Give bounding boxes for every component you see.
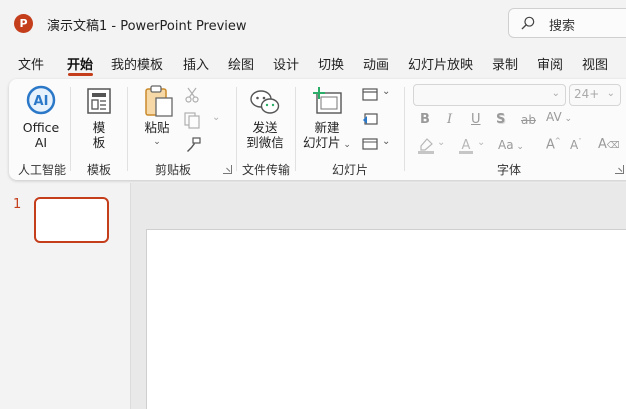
new-slide-button[interactable]: 新建 幻灯片 ⌄ <box>302 120 352 153</box>
font-size-value: 24+ <box>574 87 600 101</box>
svg-text:A: A <box>462 138 471 153</box>
ribbon-panel: AI Office AI 人工智能 模 板 模板 粘贴 ⌄ ⌄ 剪贴板 发送 到… <box>9 79 626 180</box>
bold-button[interactable]: B <box>420 112 430 127</box>
eraser-icon: ⌫ <box>606 141 620 151</box>
window-title: 演示文稿1 - PowerPoint Preview <box>47 19 247 34</box>
current-slide[interactable] <box>146 229 626 409</box>
ribbon-tabs: 文件 开始 我的模板 插入 绘图 设计 切换 动画 幻灯片放映 录制 审阅 视图 <box>0 50 626 76</box>
tab-transitions[interactable]: 切换 <box>318 54 344 73</box>
group-separator <box>236 87 237 171</box>
title-bar: P 演示文稿1 - PowerPoint Preview 搜索 <box>0 0 626 46</box>
tab-insert[interactable]: 插入 <box>183 54 209 73</box>
format-painter-icon[interactable] <box>185 137 201 153</box>
template-label-2: 板 <box>92 135 106 150</box>
group-label-template: 模板 <box>86 163 111 177</box>
character-spacing-label: AV <box>546 110 562 124</box>
shrink-font-caret-icon: ˇ <box>578 138 582 146</box>
tab-animations[interactable]: 动画 <box>363 54 389 73</box>
search-placeholder: 搜索 <box>549 19 576 34</box>
copy-dropdown-chevron-icon[interactable]: ⌄ <box>212 112 220 123</box>
office-ai-label-1: Office <box>22 120 60 135</box>
cut-icon[interactable] <box>185 87 199 103</box>
new-slide-chevron-icon: ⌄ <box>340 140 351 150</box>
font-color-chevron-icon[interactable]: ⌄ <box>477 137 485 148</box>
change-case-chevron-icon: ⌄ <box>513 142 524 152</box>
tab-home[interactable]: 开始 <box>67 54 93 73</box>
tab-record[interactable]: 录制 <box>492 54 518 73</box>
group-label-ai: 人工智能 <box>17 163 66 177</box>
slide-number: 1 <box>13 197 22 212</box>
font-name-chevron-icon: ⌄ <box>551 88 560 99</box>
new-slide-icon <box>313 87 342 114</box>
tab-slideshow[interactable]: 幻灯片放映 <box>408 54 473 73</box>
active-tab-indicator <box>68 73 93 76</box>
paste-label: 粘贴 <box>144 120 170 135</box>
group-separator <box>295 87 296 171</box>
template-button[interactable]: 模 板 <box>87 120 111 150</box>
layout-chevron-icon[interactable]: ⌄ <box>382 86 390 97</box>
change-case-label: Aa <box>498 138 514 152</box>
group-separator <box>70 87 71 171</box>
tab-review[interactable]: 审阅 <box>537 54 563 73</box>
slide-thumbnail-preview <box>39 202 104 238</box>
group-separator <box>127 87 128 171</box>
search-icon <box>521 16 535 30</box>
tab-file[interactable]: 文件 <box>18 54 44 73</box>
clear-formatting-button[interactable]: A⌫ <box>598 137 620 152</box>
tab-draw[interactable]: 绘图 <box>228 54 254 73</box>
paste-dropdown-chevron-icon: ⌄ <box>153 137 161 147</box>
office-ai-label-2: AI <box>34 135 48 150</box>
font-size-chevron-icon: ⌄ <box>606 88 615 99</box>
copy-icon[interactable] <box>184 112 200 129</box>
send-to-wechat-label-1: 发送 <box>252 120 278 135</box>
underline-button[interactable]: U <box>471 112 481 127</box>
tab-my-templates[interactable]: 我的模板 <box>111 54 163 73</box>
paste-icon <box>145 85 173 117</box>
template-label-1: 模 <box>92 120 106 135</box>
italic-button[interactable]: I <box>447 112 452 127</box>
send-to-wechat-label-2: 到微信 <box>246 135 284 150</box>
section-icon[interactable] <box>362 137 378 151</box>
shrink-font-label: A <box>570 138 579 152</box>
paste-button[interactable]: 粘贴 ⌄ <box>144 120 170 150</box>
send-to-wechat-button[interactable]: 发送 到微信 <box>244 120 286 150</box>
font-color-icon[interactable]: A <box>458 137 474 155</box>
text-shadow-button[interactable]: S <box>496 112 505 127</box>
highlighter-chevron-icon[interactable]: ⌄ <box>437 137 445 148</box>
search-input[interactable]: 搜索 <box>508 8 626 38</box>
character-spacing-chevron-icon: ⌄ <box>561 114 573 124</box>
group-label-font: 字体 <box>496 163 521 177</box>
grow-font-caret-icon: ^ <box>554 137 561 145</box>
office-ai-button[interactable]: Office AI <box>22 120 60 150</box>
section-chevron-icon[interactable]: ⌄ <box>382 136 390 147</box>
group-separator <box>404 87 405 171</box>
group-label-file-transfer: 文件传输 <box>241 163 290 177</box>
strikethrough-button[interactable]: ab <box>521 113 536 127</box>
tab-design[interactable]: 设计 <box>273 54 299 73</box>
character-spacing-button[interactable]: AV ⌄ <box>546 110 572 124</box>
tab-view[interactable]: 视图 <box>582 54 608 73</box>
group-label-slides: 幻灯片 <box>331 163 368 177</box>
clipboard-launcher-icon[interactable] <box>223 165 232 174</box>
shrink-font-button[interactable]: Aˇ <box>570 138 582 152</box>
clear-formatting-label: A <box>598 137 607 152</box>
svg-text:AI: AI <box>34 94 49 109</box>
slide-thumbnail[interactable] <box>34 197 109 243</box>
font-name-combobox[interactable]: ⌄ <box>413 84 566 106</box>
reset-slide-icon[interactable] <box>362 112 378 126</box>
font-launcher-icon[interactable] <box>615 165 624 174</box>
grow-font-label: A <box>546 137 555 153</box>
font-size-combobox[interactable]: 24+ ⌄ <box>569 84 621 106</box>
group-label-clipboard: 剪贴板 <box>154 163 191 177</box>
new-slide-label-2: 幻灯片 <box>303 135 341 150</box>
template-icon <box>87 88 111 114</box>
change-case-button[interactable]: Aa ⌄ <box>498 138 524 152</box>
grow-font-button[interactable]: A^ <box>546 137 561 152</box>
layout-icon[interactable] <box>362 88 378 101</box>
powerpoint-logo-icon: P <box>14 14 33 33</box>
highlighter-icon[interactable] <box>417 138 435 154</box>
wechat-icon <box>250 90 280 114</box>
new-slide-label-1: 新建 <box>314 120 340 135</box>
office-ai-icon: AI <box>26 85 56 115</box>
